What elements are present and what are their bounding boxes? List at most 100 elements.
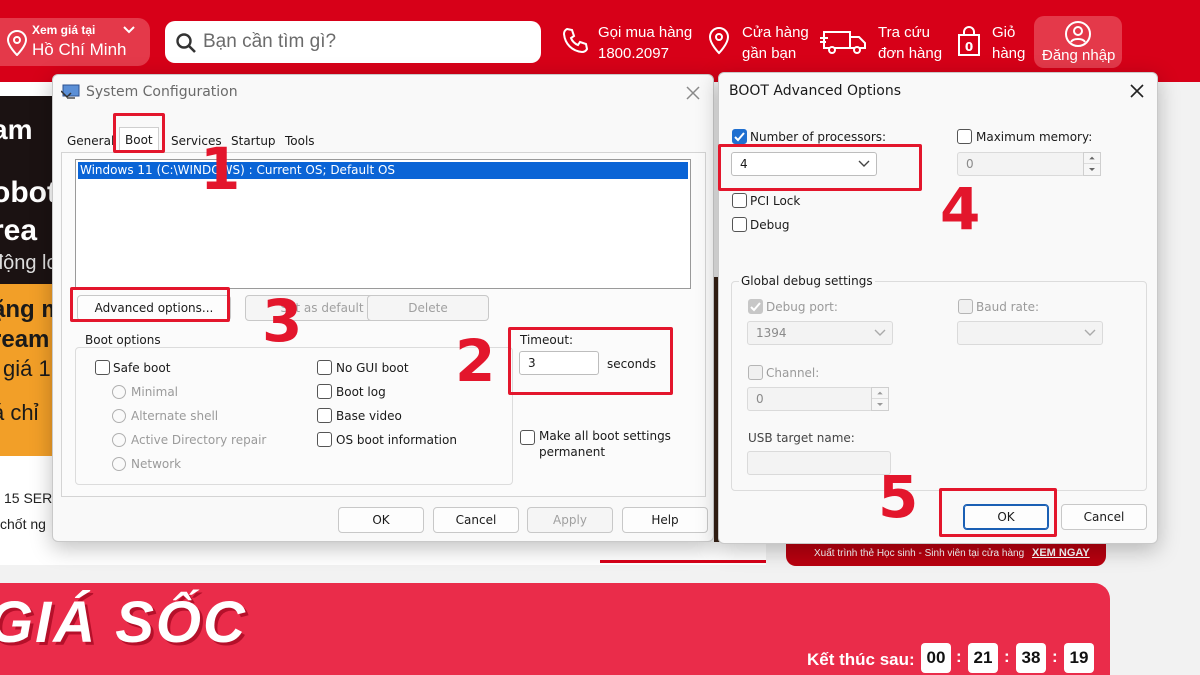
phone-icon bbox=[562, 27, 589, 54]
debug-port-dropdown[interactable]: 1394 bbox=[747, 321, 893, 345]
product-name[interactable]: 15 SER bbox=[4, 490, 52, 506]
chevron-down-icon bbox=[1084, 329, 1096, 336]
make-permanent-checkbox[interactable] bbox=[520, 430, 535, 445]
flash-sale-bar: GIÁ SỐC Kết thúc sau: 00 : 21 : 38 : 19 bbox=[0, 583, 1110, 675]
alternate-shell-radio[interactable] bbox=[112, 409, 126, 423]
channel-input[interactable]: 0 bbox=[747, 387, 873, 411]
student-banner-text: Xuất trình thẻ Học sinh - Sinh viên tại … bbox=[814, 548, 1025, 559]
login-button[interactable]: Đăng nhập bbox=[1034, 16, 1122, 68]
location-pin-icon bbox=[6, 30, 28, 56]
promo-banner-image[interactable]: am obot rea động lo ặng m ream i giá 1 á… bbox=[0, 96, 52, 456]
debug-checkbox[interactable] bbox=[732, 217, 747, 232]
network-radio[interactable] bbox=[112, 457, 126, 471]
minimal-radio[interactable] bbox=[112, 385, 126, 399]
close-icon[interactable] bbox=[1127, 81, 1147, 101]
spin-down-icon[interactable] bbox=[872, 399, 888, 410]
spin-up-icon[interactable] bbox=[1084, 153, 1100, 164]
debug-port-checkbox[interactable] bbox=[748, 299, 763, 314]
countdown-frames: 19 bbox=[1064, 643, 1094, 673]
checkmark-icon bbox=[750, 302, 761, 312]
chevron-down-icon bbox=[874, 329, 886, 336]
ad-repair-radio[interactable] bbox=[112, 433, 126, 447]
pci-lock-label: PCI Lock bbox=[750, 194, 801, 208]
advanced-window-title: BOOT Advanced Options bbox=[729, 83, 902, 99]
cancel-button[interactable]: Cancel bbox=[433, 507, 519, 533]
os-boot-info-label: OS boot information bbox=[336, 433, 457, 447]
usb-target-input[interactable] bbox=[747, 451, 891, 475]
cart-badge: 0 bbox=[965, 40, 973, 54]
promo-text: á chỉ bbox=[0, 400, 39, 425]
countdown-minutes: 21 bbox=[968, 643, 998, 673]
timeout-input[interactable]: 3 bbox=[519, 351, 599, 375]
max-memory-input[interactable]: 0 bbox=[957, 152, 1085, 176]
safe-boot-checkbox[interactable] bbox=[95, 360, 110, 375]
promo-text: am bbox=[0, 114, 33, 145]
location-city: Hồ Chí Minh bbox=[32, 40, 127, 59]
boot-advanced-options-window: BOOT Advanced Options Number of processo… bbox=[718, 72, 1158, 544]
countdown-label: Kết thúc sau: bbox=[807, 650, 915, 669]
tab-startup[interactable]: Startup bbox=[228, 131, 279, 153]
promo-orange-panel: ặng m ream i giá 1 á chỉ bbox=[0, 284, 52, 456]
no-gui-boot-label: No GUI boot bbox=[336, 361, 409, 375]
order-tracking[interactable]: Tra cứu đơn hàng bbox=[820, 20, 944, 66]
boot-options-label: Boot options bbox=[83, 333, 163, 347]
channel-label: Channel: bbox=[766, 366, 820, 380]
tab-general[interactable]: General bbox=[64, 131, 117, 153]
site-header: Xem giá tại Hồ Chí Minh Gọi mua hàng 1800… bbox=[0, 0, 1200, 82]
ok-button[interactable]: OK bbox=[338, 507, 424, 533]
make-permanent-label: Make all boot settings bbox=[539, 429, 671, 443]
product-desc: chốt ng bbox=[0, 516, 46, 532]
tab-boot[interactable]: Boot bbox=[119, 127, 159, 153]
call-to-buy[interactable]: Gọi mua hàng 1800.2097 bbox=[560, 20, 693, 66]
apply-button[interactable]: Apply bbox=[527, 507, 613, 533]
search-input[interactable] bbox=[203, 29, 523, 55]
location-selector[interactable]: Xem giá tại Hồ Chí Minh bbox=[0, 18, 150, 66]
no-gui-boot-checkbox[interactable] bbox=[317, 360, 332, 375]
make-permanent-label-2: permanent bbox=[539, 445, 606, 459]
baud-rate-checkbox[interactable] bbox=[958, 299, 973, 314]
max-memory-checkbox[interactable] bbox=[957, 129, 972, 144]
num-processors-dropdown[interactable]: 4 bbox=[731, 152, 877, 176]
cart[interactable]: 0 Giỏ hàng bbox=[956, 20, 1030, 66]
student-banner-cta[interactable]: XEM NGAY bbox=[1032, 547, 1090, 559]
channel-spinner[interactable] bbox=[871, 387, 889, 411]
spin-up-icon[interactable] bbox=[872, 388, 888, 399]
os-boot-info-checkbox[interactable] bbox=[317, 432, 332, 447]
user-icon bbox=[1065, 21, 1091, 47]
tab-underline bbox=[600, 560, 766, 563]
help-button[interactable]: Help bbox=[622, 507, 708, 533]
close-icon[interactable] bbox=[683, 83, 703, 103]
advanced-options-button[interactable]: Advanced options... bbox=[77, 295, 231, 321]
delete-button[interactable]: Delete bbox=[367, 295, 489, 321]
os-list[interactable]: Windows 11 (C:\WINDOWS) : Current OS; De… bbox=[75, 159, 691, 289]
flash-sale-title: GIÁ SỐC bbox=[0, 590, 247, 655]
cancel-button[interactable]: Cancel bbox=[1061, 504, 1147, 530]
channel-checkbox[interactable] bbox=[748, 365, 763, 380]
search-box[interactable] bbox=[165, 21, 541, 63]
base-video-label: Base video bbox=[336, 409, 402, 423]
tab-tools[interactable]: Tools bbox=[282, 131, 318, 153]
promo-text: rea bbox=[0, 214, 38, 247]
num-processors-checkbox[interactable] bbox=[732, 129, 747, 144]
tab-services[interactable]: Services bbox=[168, 131, 225, 153]
boot-log-checkbox[interactable] bbox=[317, 384, 332, 399]
nav-call-line1: Gọi mua hàng bbox=[598, 24, 693, 41]
os-list-item[interactable]: Windows 11 (C:\WINDOWS) : Current OS; De… bbox=[78, 162, 688, 179]
max-memory-spinner[interactable] bbox=[1083, 152, 1101, 176]
network-label: Network bbox=[131, 457, 182, 471]
ok-button[interactable]: OK bbox=[963, 504, 1049, 530]
base-video-checkbox[interactable] bbox=[317, 408, 332, 423]
debug-label: Debug bbox=[750, 218, 790, 232]
nav-order-line2: đơn hàng bbox=[878, 45, 943, 62]
pci-lock-checkbox[interactable] bbox=[732, 193, 747, 208]
spin-down-icon[interactable] bbox=[1084, 164, 1100, 175]
store-finder[interactable]: Cửa hàng gần bạn bbox=[706, 20, 810, 66]
timeout-label: Timeout: bbox=[520, 333, 574, 347]
promo-text: ặng m bbox=[0, 296, 52, 323]
num-processors-label: Number of processors: bbox=[750, 130, 887, 144]
system-configuration-window: System Configuration General Boot Servic… bbox=[52, 74, 714, 542]
delivery-truck-icon bbox=[820, 31, 866, 54]
ad-repair-label: Active Directory repair bbox=[131, 433, 267, 447]
promo-text: i giá 1 bbox=[0, 356, 51, 381]
baud-rate-dropdown[interactable] bbox=[957, 321, 1103, 345]
